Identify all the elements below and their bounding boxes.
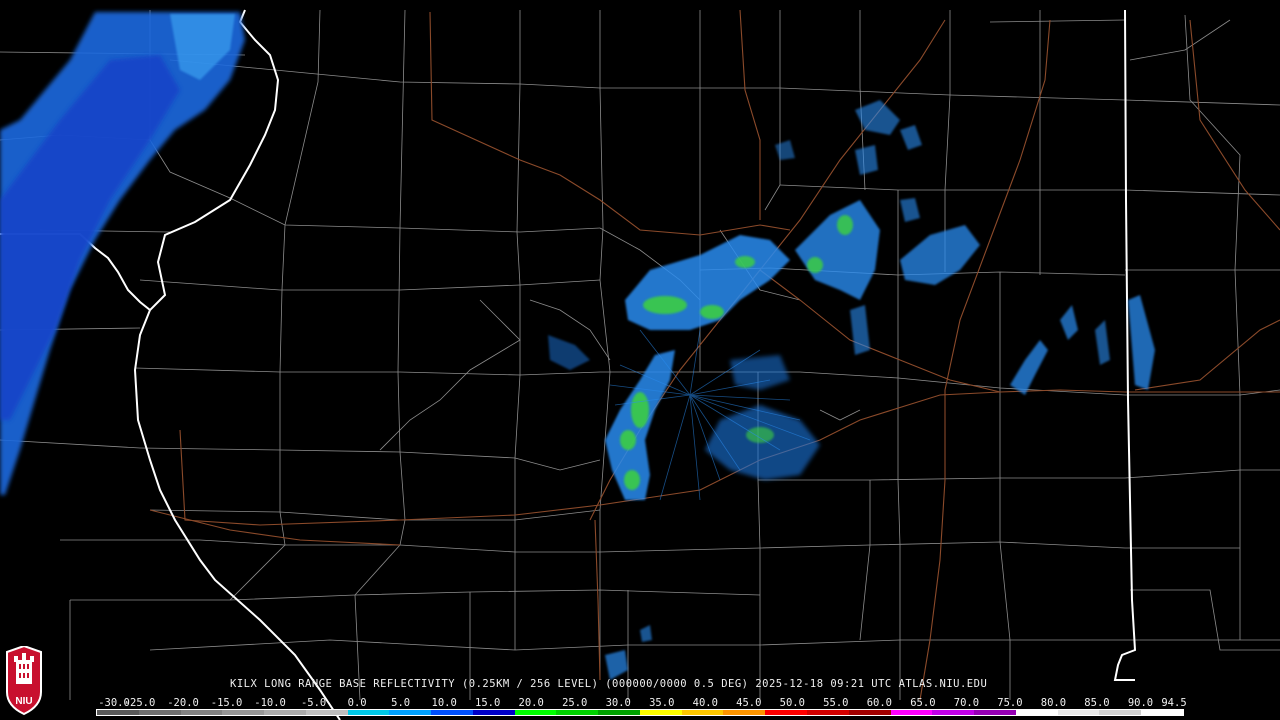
colorbar-segment — [639, 710, 682, 715]
echo-ne-streak3 — [855, 145, 878, 175]
caption-volume: (000000/0000 0.5 DEG) — [605, 678, 749, 690]
colorbar-segment — [765, 710, 808, 715]
colorbar-segment — [431, 710, 473, 715]
colorbar-label: 30.0 — [605, 697, 631, 709]
echo-east-3 — [1128, 295, 1155, 390]
colorbar-segment — [264, 710, 306, 715]
caption-resolution: (0.25KM / 256 LEVEL) — [461, 678, 599, 690]
colorbar-segment — [389, 710, 432, 715]
echo-ne-green — [837, 215, 853, 235]
echo-line-green2 — [620, 430, 636, 450]
echo-east-1 — [1010, 340, 1048, 395]
colorbar-label: 45.0 — [736, 697, 762, 709]
colorbar-label: -20.0 — [167, 697, 199, 709]
colorbar-segment — [974, 710, 1016, 715]
logo-text: NIU — [15, 696, 33, 707]
echo-line-green3 — [624, 470, 640, 490]
colorbar-segment — [180, 710, 223, 715]
echo-ne-streak2 — [900, 125, 922, 150]
colorbar-label: -5.0 — [300, 697, 327, 709]
colorbar-label: 25.0 — [562, 697, 588, 709]
colorbar-segment — [138, 710, 181, 715]
echo-south-2 — [640, 625, 652, 642]
colorbar-label: -25.0 — [123, 697, 156, 709]
colorbar-segment — [1099, 710, 1142, 715]
caption-datetime: 2025-12-18 09:21 UTC — [755, 678, 892, 690]
echo-south-3 — [548, 335, 590, 370]
colorbar — [96, 709, 1184, 716]
colorbar-segment — [305, 710, 348, 715]
colorbar-segment — [890, 710, 933, 715]
echo-ne-cluster — [795, 200, 880, 300]
colorbar-label: 90.0 — [1127, 697, 1154, 709]
echo-ne-green2 — [807, 257, 823, 273]
colorbar-segment — [681, 710, 724, 715]
colorbar-segment — [556, 710, 599, 715]
colorbar-segment — [1057, 710, 1100, 715]
colorbar-segment — [1141, 710, 1183, 715]
echo-central-green2 — [700, 305, 724, 319]
echo-east-fan2 — [730, 355, 790, 390]
colorbar-label: 80.0 — [1040, 697, 1067, 709]
echo-ne-streak5 — [850, 305, 870, 355]
colorbar-label: 15.0 — [475, 697, 501, 709]
echo-ne-band2 — [900, 225, 980, 285]
radar-map — [0, 9, 1280, 720]
colorbar-segment — [848, 710, 891, 715]
echo-east-2 — [1060, 305, 1078, 340]
product-caption: KILX LONG RANGE BASE REFLECTIVITY (0.25K… — [230, 678, 987, 690]
colorbar-segment — [347, 710, 390, 715]
colorbar-segment — [932, 710, 975, 715]
colorbar-segment — [97, 710, 139, 715]
echo-ne-streak4 — [900, 198, 920, 222]
colorbar-segment — [807, 710, 849, 715]
colorbar-segment — [514, 710, 557, 715]
echo-south-1 — [605, 650, 628, 680]
colorbar-label: 70.0 — [953, 697, 980, 709]
colorbar-segment — [1015, 710, 1058, 715]
colorbar-label: 94.5 — [1161, 697, 1187, 709]
echo-central-green1 — [643, 296, 687, 314]
echo-central-green3 — [735, 256, 755, 268]
colorbar-label: 75.0 — [997, 697, 1023, 709]
colorbar-label: 20.0 — [518, 697, 544, 709]
echo-west-core — [0, 55, 180, 420]
colorbar-label: 35.0 — [649, 697, 675, 709]
colorbar-segment — [472, 710, 515, 715]
colorbar-label: 40.0 — [692, 697, 718, 709]
echo-line-green1 — [631, 392, 649, 428]
colorbar-label: 55.0 — [823, 697, 849, 709]
colorbar-label: 10.0 — [431, 697, 457, 709]
caption-product: LONG RANGE BASE REFLECTIVITY — [264, 678, 456, 690]
colorbar-label: 0.0 — [347, 697, 367, 709]
radar-echoes — [0, 12, 1155, 680]
caption-station: KILX — [230, 678, 258, 690]
colorbar-label: -10.0 — [254, 697, 286, 709]
colorbar-segment — [222, 710, 265, 715]
colorbar-label: 5.0 — [391, 697, 411, 709]
echo-east-fan-green — [746, 427, 774, 443]
colorbar-segment — [598, 710, 640, 715]
caption-source: ATLAS.NIU.EDU — [898, 678, 988, 690]
colorbar-labels: -30.0 -25.0 -20.0 -15.0 -10.0 -5.0 0.0 5.0 10.0 1… — [96, 697, 1196, 709]
echo-ne-streak6 — [775, 140, 795, 160]
colorbar-segment — [723, 710, 766, 715]
colorbar-label: 60.0 — [866, 697, 893, 709]
echo-east-4 — [1095, 320, 1110, 365]
colorbar-label: 50.0 — [779, 697, 805, 709]
colorbar-label: -15.0 — [210, 697, 243, 709]
colorbar-label: 85.0 — [1084, 697, 1110, 709]
colorbar-label: 65.0 — [910, 697, 936, 709]
niu-logo: NIU — [3, 644, 45, 716]
